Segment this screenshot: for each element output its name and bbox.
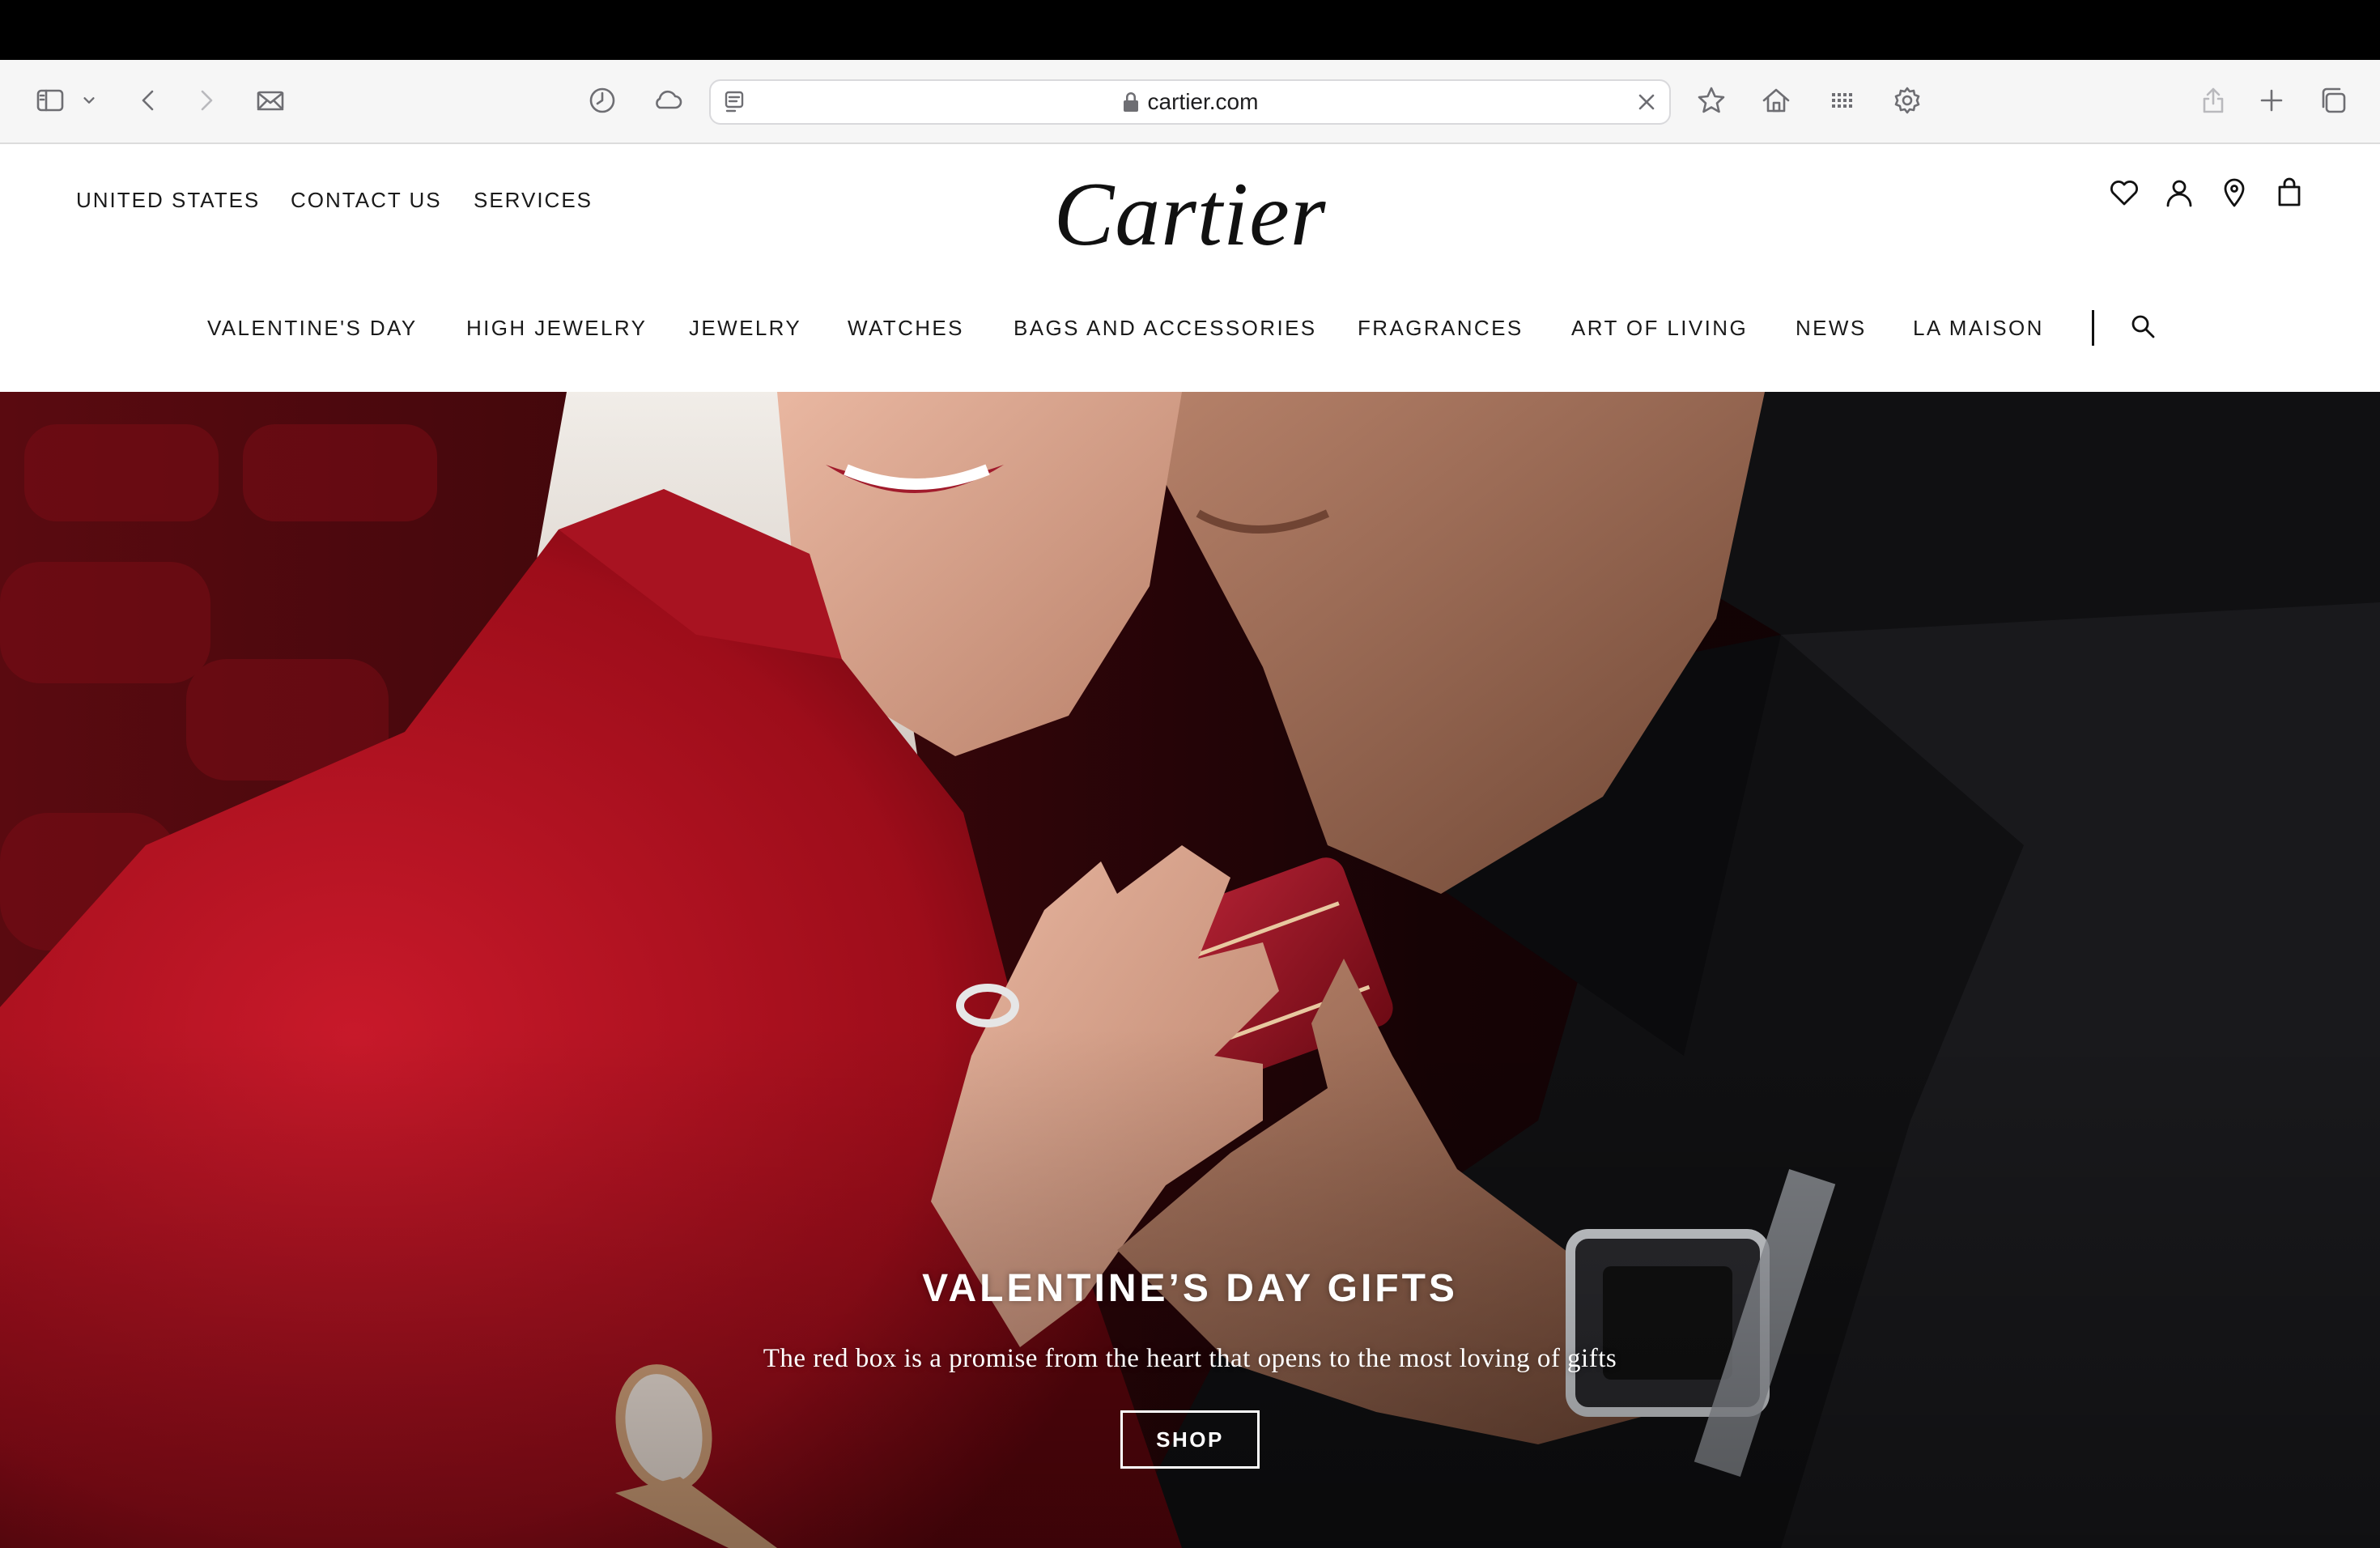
top-black-bar [0, 0, 2380, 60]
nav-divider [2092, 310, 2094, 346]
mail-icon[interactable] [248, 78, 293, 123]
url-text: cartier.com [1147, 89, 1259, 114]
icloud-icon[interactable] [644, 78, 690, 123]
close-icon[interactable] [1632, 87, 1661, 117]
gear-icon[interactable] [1885, 78, 1930, 123]
lock-icon [1122, 84, 1140, 126]
hero-subtitle: The red box is a promise from the heart … [763, 1344, 1617, 1373]
nav-news[interactable]: NEWS [1796, 316, 1867, 341]
back-icon[interactable] [126, 78, 172, 123]
nav-fragrances[interactable]: FRAGRANCES [1358, 316, 1524, 341]
share-icon[interactable] [2191, 78, 2236, 123]
nav-valentines-day[interactable]: VALENTINE'S DAY [207, 316, 418, 341]
store-locator-pin-icon[interactable] [2218, 176, 2257, 215]
nav-la-maison[interactable]: LA MAISON [1913, 316, 2044, 341]
nav-watches[interactable]: WATCHES [848, 316, 964, 341]
wishlist-heart-icon[interactable] [2108, 176, 2147, 215]
account-user-icon[interactable] [2163, 176, 2202, 215]
new-tab-plus-icon[interactable] [2249, 78, 2294, 123]
cartier-logo[interactable]: Cartier [1052, 169, 1328, 260]
sidebar-toggle-icon[interactable] [28, 78, 73, 123]
nav-art-of-living[interactable]: ART OF LIVING [1571, 316, 1748, 341]
nav-jewelry[interactable]: JEWELRY [689, 316, 801, 341]
address-text-wrap: cartier.com [711, 81, 1669, 123]
browser-toolbar: cartier.com [0, 60, 2380, 144]
util-link-contact-us[interactable]: CONTACT US [291, 188, 442, 213]
chevron-down-icon[interactable] [74, 78, 104, 123]
hero-title: VALENTINE’S DAY GIFTS [922, 1267, 1458, 1310]
shop-button[interactable]: SHOP [1120, 1410, 1260, 1469]
util-link-united-states[interactable]: UNITED STATES [76, 188, 260, 213]
nav-bags-and-accessories[interactable]: BAGS AND ACCESSORIES [1014, 316, 1317, 341]
grid-apps-icon[interactable] [1820, 78, 1865, 123]
search-icon[interactable] [2129, 313, 2161, 345]
main-nav: VALENTINE'S DAY HIGH JEWELRY JEWELRY WAT… [0, 316, 2380, 356]
address-bar[interactable]: cartier.com [709, 79, 1671, 125]
site-header: UNITED STATES CONTACT US SERVICES Cartie… [0, 146, 2380, 392]
tabs-overview-icon[interactable] [2310, 78, 2356, 123]
nav-high-jewelry[interactable]: HIGH JEWELRY [466, 316, 647, 341]
util-link-services[interactable]: SERVICES [474, 188, 593, 213]
home-icon[interactable] [1753, 78, 1799, 123]
forward-icon[interactable] [183, 78, 228, 123]
hero-image [0, 392, 2380, 1548]
shopping-bag-icon[interactable] [2273, 176, 2312, 215]
history-clock-icon[interactable] [580, 78, 625, 123]
hero-banner[interactable]: VALENTINE’S DAY GIFTS The red box is a p… [0, 392, 2380, 1548]
star-bookmark-icon[interactable] [1689, 78, 1734, 123]
